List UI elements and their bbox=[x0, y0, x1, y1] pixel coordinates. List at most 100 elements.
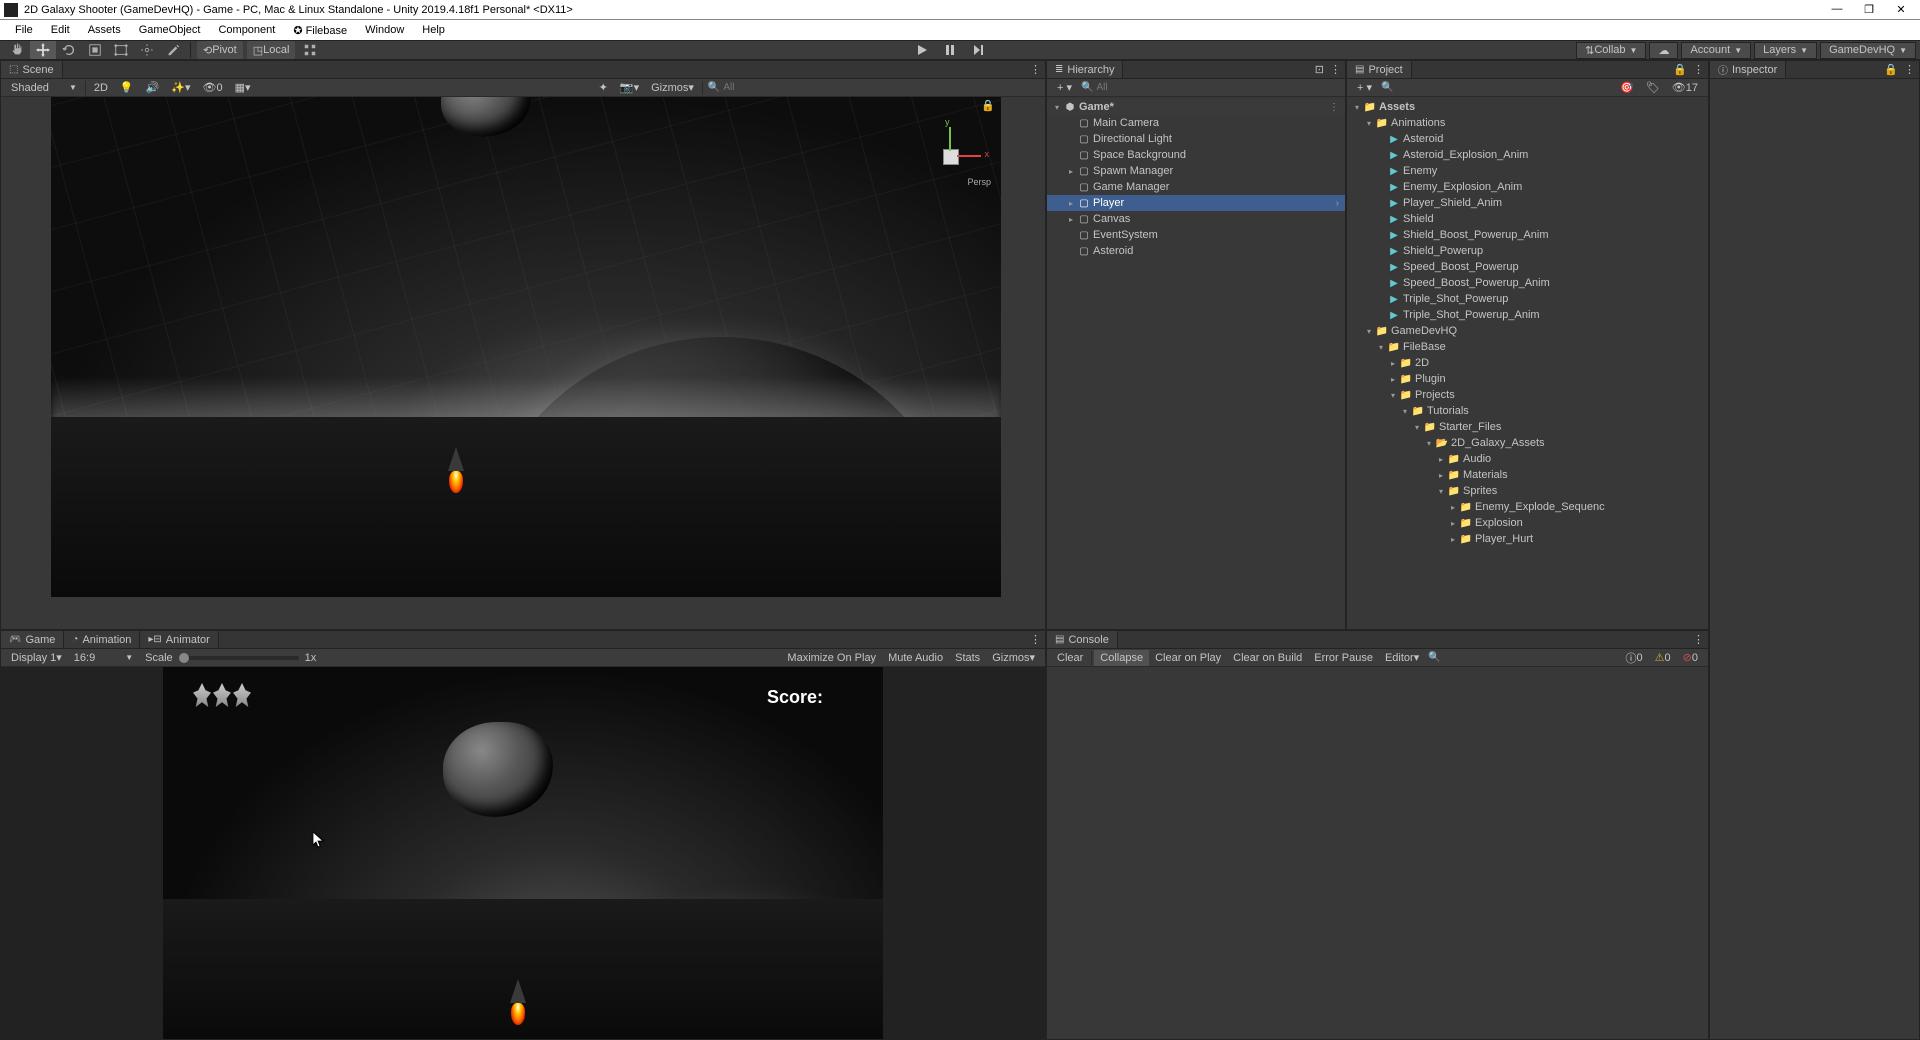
hierarchy-item[interactable]: ▢Directional Light bbox=[1047, 131, 1345, 147]
project-item[interactable]: ▸📁Materials bbox=[1347, 467, 1708, 483]
console-error-pause-toggle[interactable]: Error Pause bbox=[1308, 650, 1379, 666]
menu-component[interactable]: Component bbox=[209, 22, 284, 38]
orientation-gizmo[interactable]: x y Persp bbox=[921, 127, 981, 187]
project-item[interactable]: ▶Asteroid bbox=[1347, 131, 1708, 147]
tab-inspector[interactable]: ⓘInspector bbox=[1710, 61, 1786, 78]
scene-search-input[interactable] bbox=[723, 82, 1041, 93]
menu-filebase[interactable]: ✪Filebase bbox=[284, 22, 356, 39]
tab-animation[interactable]: ◔Animation bbox=[64, 631, 140, 648]
project-item[interactable]: ▾📁Tutorials bbox=[1347, 403, 1708, 419]
layers-dropdown[interactable]: Layers▼ bbox=[1754, 42, 1817, 59]
project-item[interactable]: ▸📁Plugin bbox=[1347, 371, 1708, 387]
cloud-button[interactable]: ☁ bbox=[1649, 42, 1678, 59]
tab-project[interactable]: ▤Project bbox=[1347, 61, 1412, 78]
game-maximize-toggle[interactable]: Maximize On Play bbox=[781, 650, 882, 666]
project-item[interactable]: ▾📂2D_Galaxy_Assets bbox=[1347, 435, 1708, 451]
menu-assets[interactable]: Assets bbox=[79, 22, 130, 38]
game-stats-toggle[interactable]: Stats bbox=[949, 650, 986, 666]
project-item[interactable]: ▶Shield_Powerup bbox=[1347, 243, 1708, 259]
panel-menu-icon[interactable]: ⋮ bbox=[1330, 63, 1341, 76]
project-item[interactable]: ▸📁Audio bbox=[1347, 451, 1708, 467]
menu-window[interactable]: Window bbox=[356, 22, 413, 38]
project-item[interactable]: ▾📁Sprites bbox=[1347, 483, 1708, 499]
hierarchy-scene-row[interactable]: ▾⬢ Game* ⋮ bbox=[1047, 99, 1345, 115]
hierarchy-item[interactable]: ▢EventSystem bbox=[1047, 227, 1345, 243]
project-item[interactable]: ▶Asteroid_Explosion_Anim bbox=[1347, 147, 1708, 163]
project-filter-type-button[interactable]: 🎯 bbox=[1614, 80, 1640, 96]
account-dropdown[interactable]: Account▼ bbox=[1681, 42, 1751, 59]
hierarchy-item[interactable]: ▸▢Canvas bbox=[1047, 211, 1345, 227]
menu-file[interactable]: File bbox=[6, 22, 42, 38]
console-clear-on-build-toggle[interactable]: Clear on Build bbox=[1227, 650, 1308, 666]
hierarchy-search-input[interactable] bbox=[1096, 82, 1341, 93]
scene-2d-toggle[interactable]: 2D bbox=[88, 80, 114, 96]
project-search-input[interactable] bbox=[1396, 82, 1614, 93]
rotate-tool-button[interactable] bbox=[56, 41, 82, 59]
hierarchy-item[interactable]: ▸▢Player› bbox=[1047, 195, 1345, 211]
scene-fx-toggle[interactable]: ✨▾ bbox=[165, 80, 196, 96]
hierarchy-item[interactable]: ▢Game Manager bbox=[1047, 179, 1345, 195]
project-item[interactable]: ▶Enemy bbox=[1347, 163, 1708, 179]
panel-menu-icon[interactable]: ⋮ bbox=[1030, 633, 1041, 646]
project-item[interactable]: ▾📁Animations bbox=[1347, 115, 1708, 131]
lock-icon[interactable]: 🔒 bbox=[981, 99, 995, 112]
local-toggle[interactable]: ◳Local bbox=[247, 41, 296, 59]
panel-lock-icon[interactable]: 🔒 bbox=[1884, 63, 1898, 76]
tab-scene[interactable]: ⬚Scene bbox=[1, 61, 63, 78]
menu-help[interactable]: Help bbox=[413, 22, 454, 38]
console-warn-count[interactable]: ⚠0 bbox=[1649, 650, 1677, 666]
scene-audio-toggle[interactable]: 🔊 bbox=[140, 80, 166, 96]
project-item[interactable]: ▾📁GameDevHQ bbox=[1347, 323, 1708, 339]
tab-hierarchy[interactable]: ≣Hierarchy bbox=[1047, 61, 1123, 78]
hierarchy-create-dropdown[interactable]: + ▾ bbox=[1051, 80, 1078, 96]
custom-tool-button[interactable] bbox=[160, 41, 186, 59]
project-item[interactable]: ▶Speed_Boost_Powerup bbox=[1347, 259, 1708, 275]
project-item[interactable]: ▾📁Starter_Files bbox=[1347, 419, 1708, 435]
layout-dropdown[interactable]: GameDevHQ▼ bbox=[1820, 42, 1916, 59]
project-item[interactable]: ▸📁Explosion bbox=[1347, 515, 1708, 531]
project-item[interactable]: ▶Triple_Shot_Powerup_Anim bbox=[1347, 307, 1708, 323]
panel-menu-icon[interactable]: ⋮ bbox=[1693, 633, 1704, 646]
game-display-dropdown[interactable]: Display 1 ▾ bbox=[5, 650, 68, 666]
window-maximize-button[interactable]: ❐ bbox=[1862, 3, 1876, 16]
rect-tool-button[interactable] bbox=[108, 41, 134, 59]
collab-dropdown[interactable]: ⇅ Collab▼ bbox=[1576, 42, 1646, 59]
pivot-toggle[interactable]: ⟲Pivot bbox=[197, 41, 243, 59]
window-close-button[interactable]: ✕ bbox=[1894, 3, 1908, 16]
scene-tools-icon[interactable]: ✦ bbox=[593, 80, 614, 96]
panel-lock-icon[interactable]: 🔒 bbox=[1673, 63, 1687, 76]
project-item[interactable]: ▾📁Assets bbox=[1347, 99, 1708, 115]
console-clear-button[interactable]: Clear bbox=[1051, 650, 1089, 666]
game-gizmos-dropdown[interactable]: Gizmos ▾ bbox=[986, 650, 1041, 666]
project-item[interactable]: ▶Shield bbox=[1347, 211, 1708, 227]
scene-grid-toggle[interactable]: ▦▾ bbox=[229, 80, 257, 96]
scene-gizmos-dropdown[interactable]: Gizmos ▾ bbox=[645, 80, 700, 96]
step-button[interactable] bbox=[964, 41, 992, 59]
transform-tool-button[interactable] bbox=[134, 41, 160, 59]
project-item[interactable]: ▶Enemy_Explosion_Anim bbox=[1347, 179, 1708, 195]
hierarchy-item[interactable]: ▢Space Background bbox=[1047, 147, 1345, 163]
tab-game[interactable]: 🎮Game bbox=[1, 631, 64, 648]
hand-tool-button[interactable] bbox=[4, 41, 30, 59]
scale-tool-button[interactable] bbox=[82, 41, 108, 59]
panel-menu-icon[interactable]: ⋮ bbox=[1693, 63, 1704, 76]
project-item[interactable]: ▾📁Projects bbox=[1347, 387, 1708, 403]
console-search-input[interactable] bbox=[1444, 652, 1620, 663]
project-filter-label-button[interactable]: 🏷 bbox=[1640, 80, 1666, 96]
scene-menu-icon[interactable]: ⋮ bbox=[1329, 102, 1345, 113]
tab-console[interactable]: ▤Console bbox=[1047, 631, 1118, 648]
play-button[interactable] bbox=[908, 41, 936, 59]
project-item[interactable]: ▶Triple_Shot_Powerup bbox=[1347, 291, 1708, 307]
project-hidden-button[interactable]: 👁17 bbox=[1666, 80, 1704, 96]
console-collapse-toggle[interactable]: Collapse bbox=[1094, 650, 1149, 666]
move-tool-button[interactable] bbox=[30, 41, 56, 59]
scene-lighting-toggle[interactable]: 💡 bbox=[114, 80, 140, 96]
project-item[interactable]: ▶Speed_Boost_Powerup_Anim bbox=[1347, 275, 1708, 291]
game-viewport[interactable]: Score: bbox=[1, 667, 1045, 1039]
project-item[interactable]: ▸📁Enemy_Explode_Sequenc bbox=[1347, 499, 1708, 515]
panel-menu-icon[interactable]: ⋮ bbox=[1904, 63, 1915, 76]
pause-button[interactable] bbox=[936, 41, 964, 59]
project-item[interactable]: ▸📁2D bbox=[1347, 355, 1708, 371]
game-aspect-dropdown[interactable]: 16:9 ▼ bbox=[68, 650, 139, 666]
panel-max-icon[interactable]: ⊡ bbox=[1315, 63, 1324, 76]
